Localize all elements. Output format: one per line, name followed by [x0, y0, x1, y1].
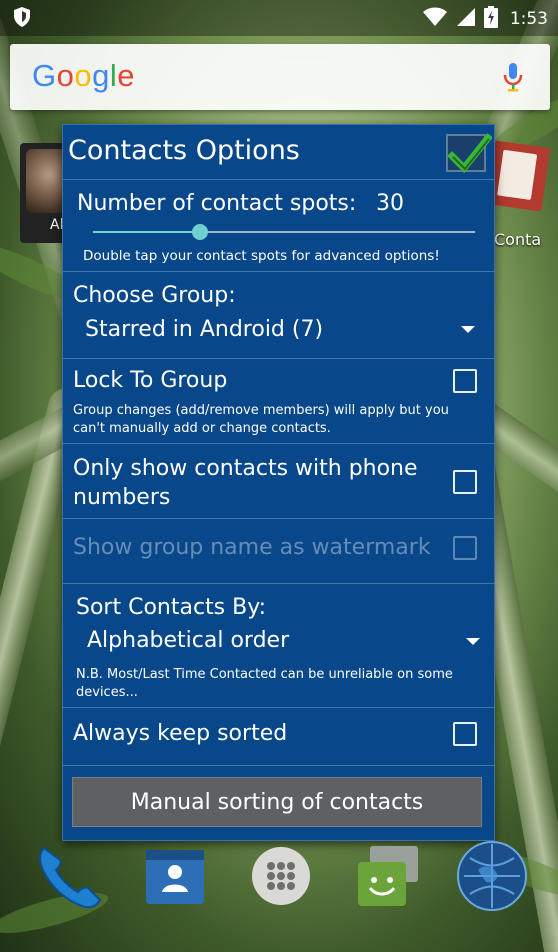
spots-hint: Double tap your contact spots for advanc… — [83, 248, 440, 264]
divider — [63, 179, 494, 180]
group-selected: Starred in Android (7) — [85, 317, 324, 342]
divider — [63, 443, 494, 444]
keep-sorted-checkbox[interactable] — [453, 722, 477, 746]
sort-dropdown[interactable]: Alphabetical order — [76, 624, 487, 664]
group-dropdown[interactable]: Starred in Android (7) — [73, 313, 487, 353]
mic-icon[interactable] — [502, 62, 524, 96]
divider — [63, 707, 494, 708]
spots-slider-fill — [93, 231, 200, 233]
divider — [63, 583, 494, 584]
google-logo: Google — [32, 58, 136, 93]
clock: 1:53 — [509, 9, 548, 29]
sort-label: Sort Contacts By: — [76, 595, 267, 620]
contacts-app-label: Conta — [494, 230, 542, 249]
lock-group-description: Group changes (add/remove members) will … — [73, 403, 449, 436]
wifi-icon — [422, 7, 448, 31]
contacts-options-dialog: Contacts Options Number of contact spots… — [62, 124, 495, 841]
phone-only-checkbox[interactable] — [453, 470, 477, 494]
status-icons: 1:53 — [422, 6, 548, 32]
divider — [63, 271, 494, 272]
lock-group-label: Lock To Group — [73, 368, 228, 393]
watermark-label: Show group name as watermark — [73, 535, 431, 560]
battery-charging-icon — [483, 6, 498, 32]
phone-icon[interactable] — [30, 838, 106, 918]
contacts-icon[interactable] — [144, 846, 206, 910]
confirm-button[interactable] — [446, 133, 492, 174]
checkmark-icon — [447, 133, 492, 174]
messaging-icon[interactable] — [356, 844, 422, 914]
sort-selected: Alphabetical order — [87, 628, 290, 653]
home-dock — [0, 838, 558, 952]
spots-label: Number of contact spots: — [77, 191, 357, 216]
google-search-bar[interactable]: Google — [10, 44, 550, 110]
contacts-book-icon[interactable] — [485, 140, 551, 212]
phone-only-label: Only show contacts with phone numbers — [73, 456, 418, 510]
chevron-down-icon — [461, 326, 475, 333]
cell-signal-icon — [456, 7, 476, 31]
divider — [63, 765, 494, 766]
watermark-checkbox — [453, 536, 477, 560]
manual-sorting-button[interactable]: Manual sorting of contacts — [72, 777, 482, 827]
chevron-down-icon — [466, 638, 480, 645]
keep-sorted-label: Always keep sorted — [73, 721, 288, 746]
dialog-title: Contacts Options — [68, 135, 300, 166]
app-drawer-icon[interactable] — [251, 846, 311, 910]
choose-group-label: Choose Group: — [73, 283, 236, 308]
browser-globe-icon[interactable] — [456, 840, 528, 916]
shield-icon — [12, 6, 32, 32]
sort-note: N.B. Most/Last Time Contacted can be unr… — [76, 667, 453, 700]
spots-slider-thumb[interactable] — [191, 224, 208, 240]
divider — [63, 518, 494, 519]
spots-value: 30 — [376, 191, 404, 216]
lock-group-checkbox[interactable] — [453, 369, 477, 393]
divider — [63, 358, 494, 359]
status-bar: 1:53 — [0, 0, 558, 36]
